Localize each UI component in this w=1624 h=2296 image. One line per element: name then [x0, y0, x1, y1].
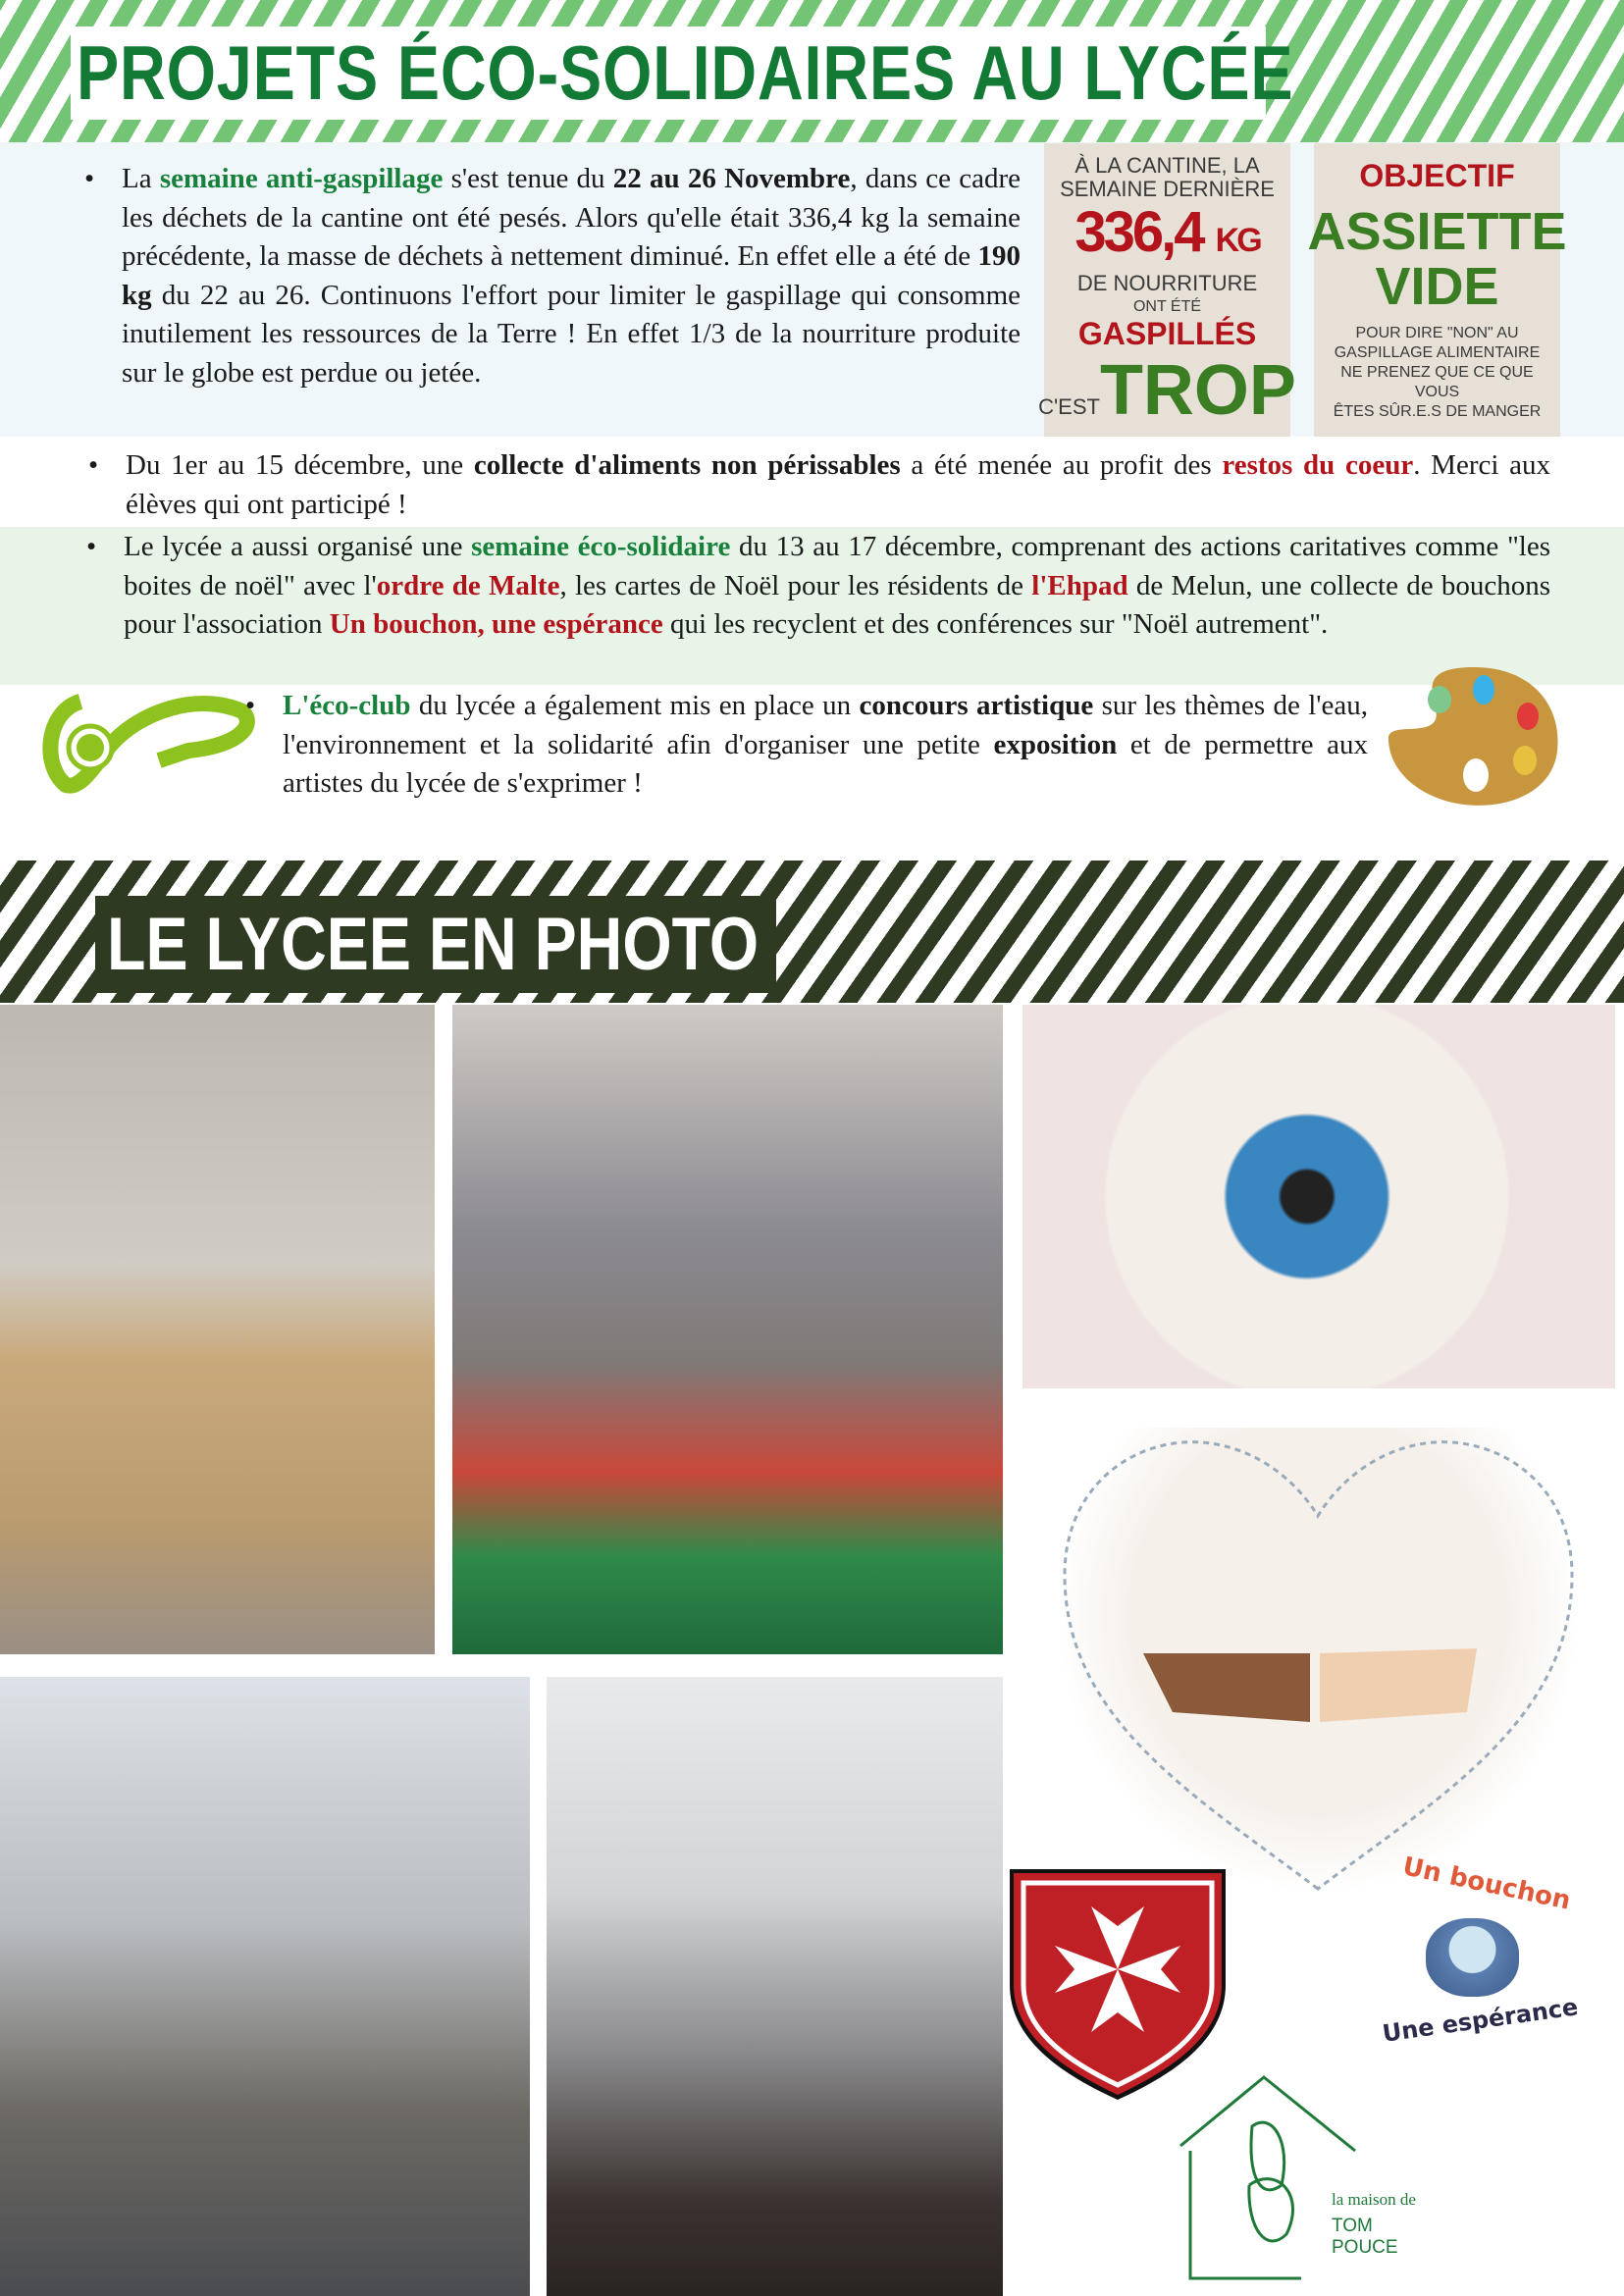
food-collection-paragraph: • Du 1er au 15 décembre, une collecte d'a…	[88, 449, 1550, 520]
eco-club-logo	[42, 694, 255, 794]
photo-conference-room	[547, 1677, 1003, 2296]
un-bouchon-logo: Un bouchon Une espérance	[1381, 1852, 1580, 2048]
bottle-cap-icon	[1426, 1918, 1519, 1997]
tom-pouce-logo: la maison de TOM POUCE	[1179, 2072, 1424, 2288]
empty-plate-poster: OBJECTIF ASSIETTE VIDE POUR DIRE "NON" AU…	[1307, 143, 1567, 437]
ordre-de-malte-shield	[1010, 1869, 1226, 2100]
heart-illustration	[1055, 1428, 1582, 1897]
waste-poster: À LA CANTINE, LA SEMAINE DERNIÈRE 336,4 K…	[1038, 143, 1296, 437]
page-title: PROJETS ÉCO-SOLIDAIRES AU LYCÉE	[71, 26, 1293, 120]
anti-waste-paragraph: • La semaine anti-gaspillage s'est tenue …	[84, 163, 1021, 389]
palette-icon	[1388, 667, 1558, 806]
photo-library-cards	[452, 1005, 1003, 1654]
photo-christmas-boxes	[0, 1005, 435, 1654]
eco-club-paragraph: • L'éco-club du lycée a également mis en …	[245, 690, 1369, 799]
photo-eye-drawing	[1022, 1005, 1615, 1388]
photo-school-trees	[0, 1677, 530, 2296]
photo-section-title: LE LYCEE EN PHOTO	[95, 896, 776, 993]
eco-solidarity-paragraph: • Le lycée a aussi organisé une semaine é…	[86, 531, 1550, 640]
